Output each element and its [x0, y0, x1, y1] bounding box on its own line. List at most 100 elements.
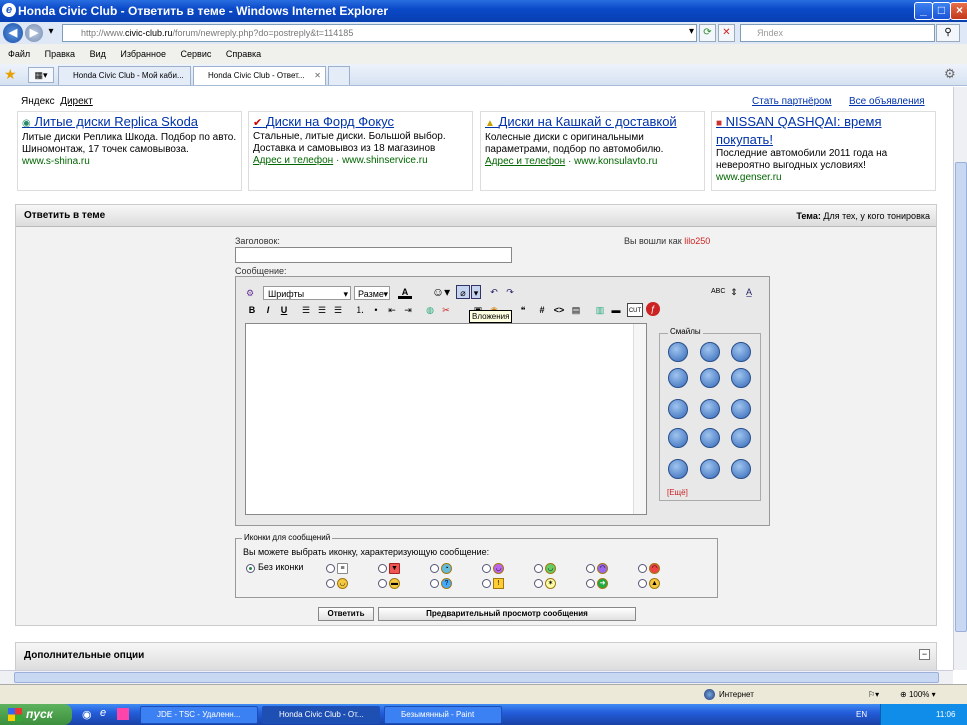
php-icon[interactable]: ▤ [570, 303, 582, 317]
ad-contact-link[interactable]: Адрес и телефон [485, 156, 565, 167]
hide-icon[interactable]: ▥ [593, 303, 607, 317]
tab-reply[interactable]: Honda Civic Club - Ответ... ✕ [193, 66, 326, 85]
smiley-icon[interactable] [700, 428, 720, 448]
scroll-thumb[interactable] [955, 162, 967, 632]
ad-url[interactable]: www.konsulavto.ru [574, 156, 657, 167]
maximize-button[interactable]: □ [932, 2, 951, 20]
undo-icon[interactable]: ↶ [488, 285, 500, 299]
ad-card[interactable]: ▲ Диски на Кашкай с доставкой Колесные д… [480, 111, 705, 191]
code-icon[interactable]: # [536, 303, 548, 317]
icon-radio[interactable] [378, 564, 387, 573]
no-icon-radio[interactable] [246, 564, 255, 573]
language-indicator[interactable]: EN [856, 704, 867, 725]
outdent-icon[interactable]: ⇤ [386, 303, 398, 317]
username-link[interactable]: lilo250 [684, 236, 710, 246]
ad-url[interactable]: www.genser.ru [716, 172, 931, 184]
menu-tools[interactable]: Сервис [181, 49, 212, 59]
smiley-icon[interactable] [668, 342, 688, 362]
align-left-icon[interactable]: ☰ [300, 303, 312, 317]
smiley-icon[interactable] [700, 368, 720, 388]
icon-radio[interactable] [378, 579, 387, 588]
collapse-icon[interactable]: − [919, 649, 930, 660]
quicklaunch-ie-icon[interactable]: e [100, 707, 106, 719]
remove-format-icon[interactable]: A̲ [742, 285, 756, 299]
smiley-icon[interactable] [700, 342, 720, 362]
zoom-level[interactable]: ⊕ 100% ▾ [900, 685, 936, 705]
size-select[interactable]: Разме ▾ [354, 286, 390, 300]
textarea-scrollbar[interactable] [633, 324, 646, 514]
quicklaunch-icon[interactable] [117, 708, 129, 720]
icon-radio[interactable] [482, 564, 491, 573]
scroll-thumb[interactable] [14, 672, 939, 683]
icon-radio[interactable] [586, 564, 595, 573]
text-color-icon[interactable]: A [398, 285, 412, 299]
smiley-icon[interactable] [668, 459, 688, 479]
icon-radio[interactable] [430, 564, 439, 573]
spellcheck-icon[interactable]: ABC [711, 285, 725, 299]
quick-tabs-icon[interactable]: ▦▾ [28, 67, 54, 83]
favorites-star-icon[interactable]: ★ [4, 66, 17, 83]
icon-radio[interactable] [430, 579, 439, 588]
icon-radio[interactable] [534, 579, 543, 588]
tools-gear-icon[interactable]: ⚙ [944, 66, 956, 82]
smiley-icon[interactable] [731, 342, 751, 362]
menu-favorites[interactable]: Избранное [120, 49, 166, 59]
bold-icon[interactable]: B [246, 303, 258, 317]
redo-icon[interactable]: ↷ [504, 285, 516, 299]
spoiler-icon[interactable]: ▬ [609, 303, 623, 317]
address-dropdown-icon[interactable]: ▾ [683, 24, 700, 42]
smiley-icon[interactable] [668, 368, 688, 388]
menu-view[interactable]: Вид [90, 49, 106, 59]
icon-radio[interactable] [586, 579, 595, 588]
font-select[interactable]: Шрифты ▾ [263, 286, 351, 300]
ad-card[interactable]: ■ NISSAN QASHQAI: время покупать! Послед… [711, 111, 936, 191]
become-partner-link[interactable]: Стать партнёром [752, 96, 832, 107]
quote-icon[interactable]: ❝ [517, 303, 529, 317]
cut-icon[interactable]: CUT [627, 303, 643, 317]
menu-help[interactable]: Справка [226, 49, 261, 59]
vertical-scrollbar[interactable] [953, 87, 967, 670]
quicklaunch-icon[interactable]: ◉ [82, 708, 92, 721]
ad-url[interactable]: www.shinservice.ru [342, 155, 428, 166]
taskbar-item-paint[interactable]: Безымянный - Paint [384, 706, 502, 724]
submit-reply-button[interactable]: Ответить [318, 607, 374, 621]
menu-edit[interactable]: Правка [45, 49, 75, 59]
attachment-icon[interactable]: ⌀ [456, 285, 470, 299]
icon-radio[interactable] [326, 579, 335, 588]
tab-cabinet[interactable]: Honda Civic Club - Мой каби... [58, 66, 191, 85]
back-button[interactable]: ◀ [3, 23, 23, 43]
ad-url[interactable]: www.s-shina.ru [22, 156, 237, 168]
ad-card[interactable]: ◉ Литые диски Replica Skoda Литые диски … [17, 111, 242, 191]
minimize-button[interactable]: _ [914, 2, 933, 20]
icon-radio[interactable] [326, 564, 335, 573]
ordered-list-icon[interactable]: ⒈ [354, 303, 366, 317]
forward-button[interactable]: ▶ [25, 24, 43, 42]
message-textarea[interactable] [245, 323, 647, 515]
smiley-icon[interactable] [668, 399, 688, 419]
underline-icon[interactable]: U [278, 303, 290, 317]
italic-icon[interactable]: I [262, 303, 274, 317]
align-center-icon[interactable]: ☰ [316, 303, 328, 317]
search-input[interactable]: Яndex [740, 24, 935, 42]
all-ads-link[interactable]: Все объявления [849, 96, 925, 107]
history-dropdown-icon[interactable]: ▾ [44, 24, 58, 42]
html-icon[interactable]: <> [552, 303, 566, 317]
icon-radio[interactable] [482, 579, 491, 588]
insert-link-icon[interactable]: ◍ [424, 303, 436, 317]
horizontal-scrollbar[interactable] [0, 670, 953, 684]
smiley-icon[interactable] [700, 459, 720, 479]
icon-radio[interactable] [638, 564, 647, 573]
ad-title[interactable]: Диски на Кашкай с доставкой [499, 114, 677, 129]
switch-editor-mode-icon[interactable]: ⚙ [246, 286, 254, 300]
ad-contact-link[interactable]: Адрес и телефон [253, 155, 333, 166]
indent-icon[interactable]: ⇥ [402, 303, 414, 317]
subject-input[interactable] [235, 247, 512, 263]
align-right-icon[interactable]: ☰ [332, 303, 344, 317]
start-button[interactable]: пуск [0, 704, 72, 725]
preview-button[interactable]: Предварительный просмотр сообщения [378, 607, 636, 621]
ad-title[interactable]: NISSAN QASHQAI: время покупать! [716, 114, 882, 147]
smiley-icon[interactable] [731, 399, 751, 419]
icon-radio[interactable] [534, 564, 543, 573]
smiley-icon[interactable] [731, 428, 751, 448]
unordered-list-icon[interactable]: • [370, 303, 382, 317]
